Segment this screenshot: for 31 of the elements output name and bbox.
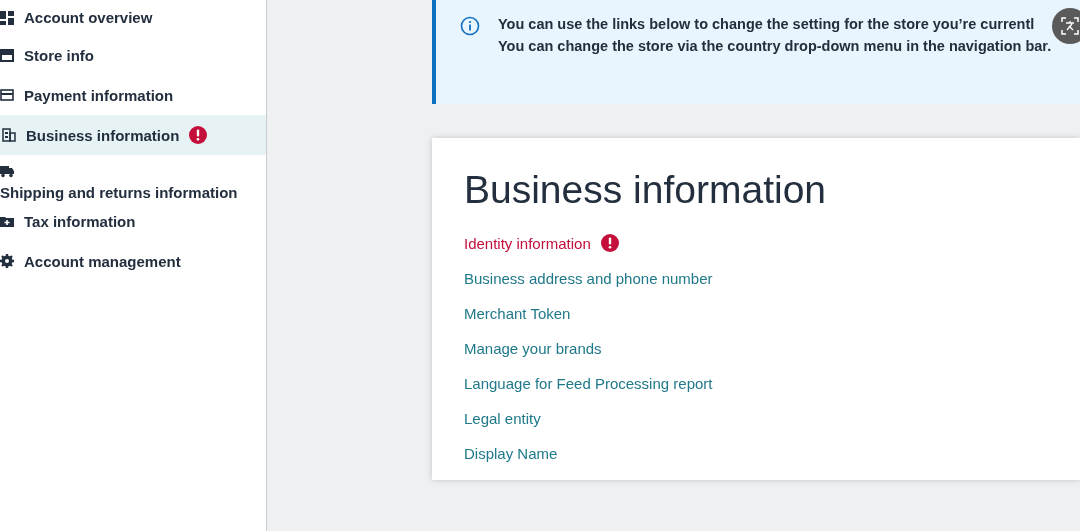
sidebar-item[interactable]: Business information: [0, 115, 266, 155]
sidebar-label: Store info: [24, 46, 94, 64]
sidebar-label: Tax information: [24, 212, 136, 230]
banner-text: You can use the links below to change the setting for the store you’re currentl: [498, 16, 1036, 32]
settings-link[interactable]: Merchant Token: [464, 304, 571, 322]
menu-item-icon: [0, 10, 14, 25]
translate-icon: [1061, 17, 1079, 35]
sidebar-label: Account overview: [24, 9, 153, 26]
settings-link[interactable]: Manage your brands: [464, 339, 602, 357]
sidebar-item[interactable]: Tax information: [0, 201, 266, 241]
banner-text: You can change the store via the country drop-down menu in the navigation bar.: [498, 38, 1052, 54]
settings-link[interactable]: Display Name: [464, 444, 558, 462]
menu-item-icon: [2, 128, 16, 142]
sidebar-label: Shipping and returns information: [0, 183, 238, 201]
menu-item-icon: [0, 48, 14, 62]
menu-item-icon: [0, 88, 14, 102]
sidebar-item[interactable]: Account management: [0, 241, 266, 281]
sidebar-item[interactable]: Store info: [0, 35, 266, 75]
sidebar-label: Account management: [24, 252, 181, 270]
settings-link[interactable]: Identity information: [464, 234, 591, 252]
page-title: Business information: [464, 168, 827, 212]
sidebar-label: Payment information: [24, 86, 174, 104]
info-icon: [460, 16, 480, 36]
menu-item-icon: [0, 163, 14, 178]
settings-link[interactable]: Language for Feed Processing report: [464, 374, 713, 392]
settings-link[interactable]: Legal entity: [464, 409, 541, 427]
sidebar-item[interactable]: Shipping and returns information: [0, 155, 266, 201]
sidebar-label: Business information: [26, 126, 180, 144]
sidebar-item[interactable]: Payment information: [0, 75, 266, 115]
sidebar-item[interactable]: Account overview: [0, 0, 266, 35]
settings-link[interactable]: Business address and phone number: [464, 269, 713, 287]
